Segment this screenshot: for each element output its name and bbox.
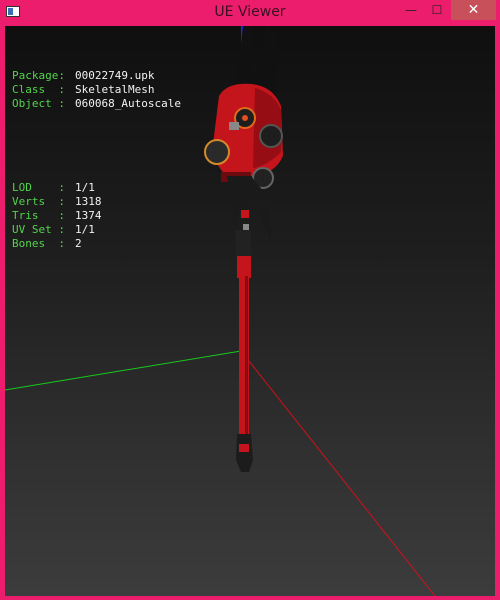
info-label: UV Set : — [12, 223, 65, 236]
info-value: 2 — [75, 237, 82, 250]
info-value: 00022749.upk — [75, 69, 155, 82]
info-row: Package: 00022749.upk — [12, 69, 181, 83]
info-value: 1318 — [75, 195, 102, 208]
minimize-button[interactable]: — — [398, 0, 424, 20]
info-label: Verts : — [12, 195, 65, 208]
info-value: 1/1 — [75, 223, 95, 236]
y-axis-line — [5, 350, 242, 391]
info-label: Package: — [12, 69, 65, 82]
info-label: Bones : — [12, 237, 65, 250]
info-value: 060068_Autoscale — [75, 97, 181, 110]
info-value: 1374 — [75, 209, 102, 222]
3d-viewport[interactable]: Package: 00022749.upk Class : SkeletalMesh O… — [5, 26, 495, 596]
info-row: Object : 060068_Autoscale — [12, 97, 181, 111]
info-row: Class : SkeletalMesh — [12, 83, 181, 97]
mesh-tip — [236, 434, 253, 472]
info-value: SkeletalMesh — [75, 83, 155, 96]
info-row: UV Set : 1/1 — [12, 223, 181, 237]
info-label: Tris : — [12, 209, 65, 222]
info-row: Verts : 1318 — [12, 195, 181, 209]
info-label: Class : — [12, 83, 65, 96]
app-window: UE Viewer — ☐ ✕ Package: 00022749.upk Cl… — [0, 0, 500, 600]
info-label: Object : — [12, 97, 65, 110]
x-axis-line — [240, 350, 436, 596]
title-bar[interactable]: UE Viewer — ☐ ✕ — [0, 0, 500, 26]
skeletal-mesh — [204, 26, 283, 472]
maximize-button[interactable]: ☐ — [424, 0, 450, 20]
info-label: LOD : — [12, 181, 65, 194]
mesh-gear-left — [204, 139, 230, 165]
info-value: 1/1 — [75, 181, 95, 194]
info-row: Bones : 2 — [12, 237, 181, 251]
info-row: Tris : 1374 — [12, 209, 181, 223]
mesh-info-overlay: Package: 00022749.upk Class : SkeletalMesh O… — [12, 41, 181, 279]
mesh-gear-right — [259, 124, 283, 148]
close-button[interactable]: ✕ — [451, 0, 496, 20]
info-row: LOD : 1/1 — [12, 181, 181, 195]
